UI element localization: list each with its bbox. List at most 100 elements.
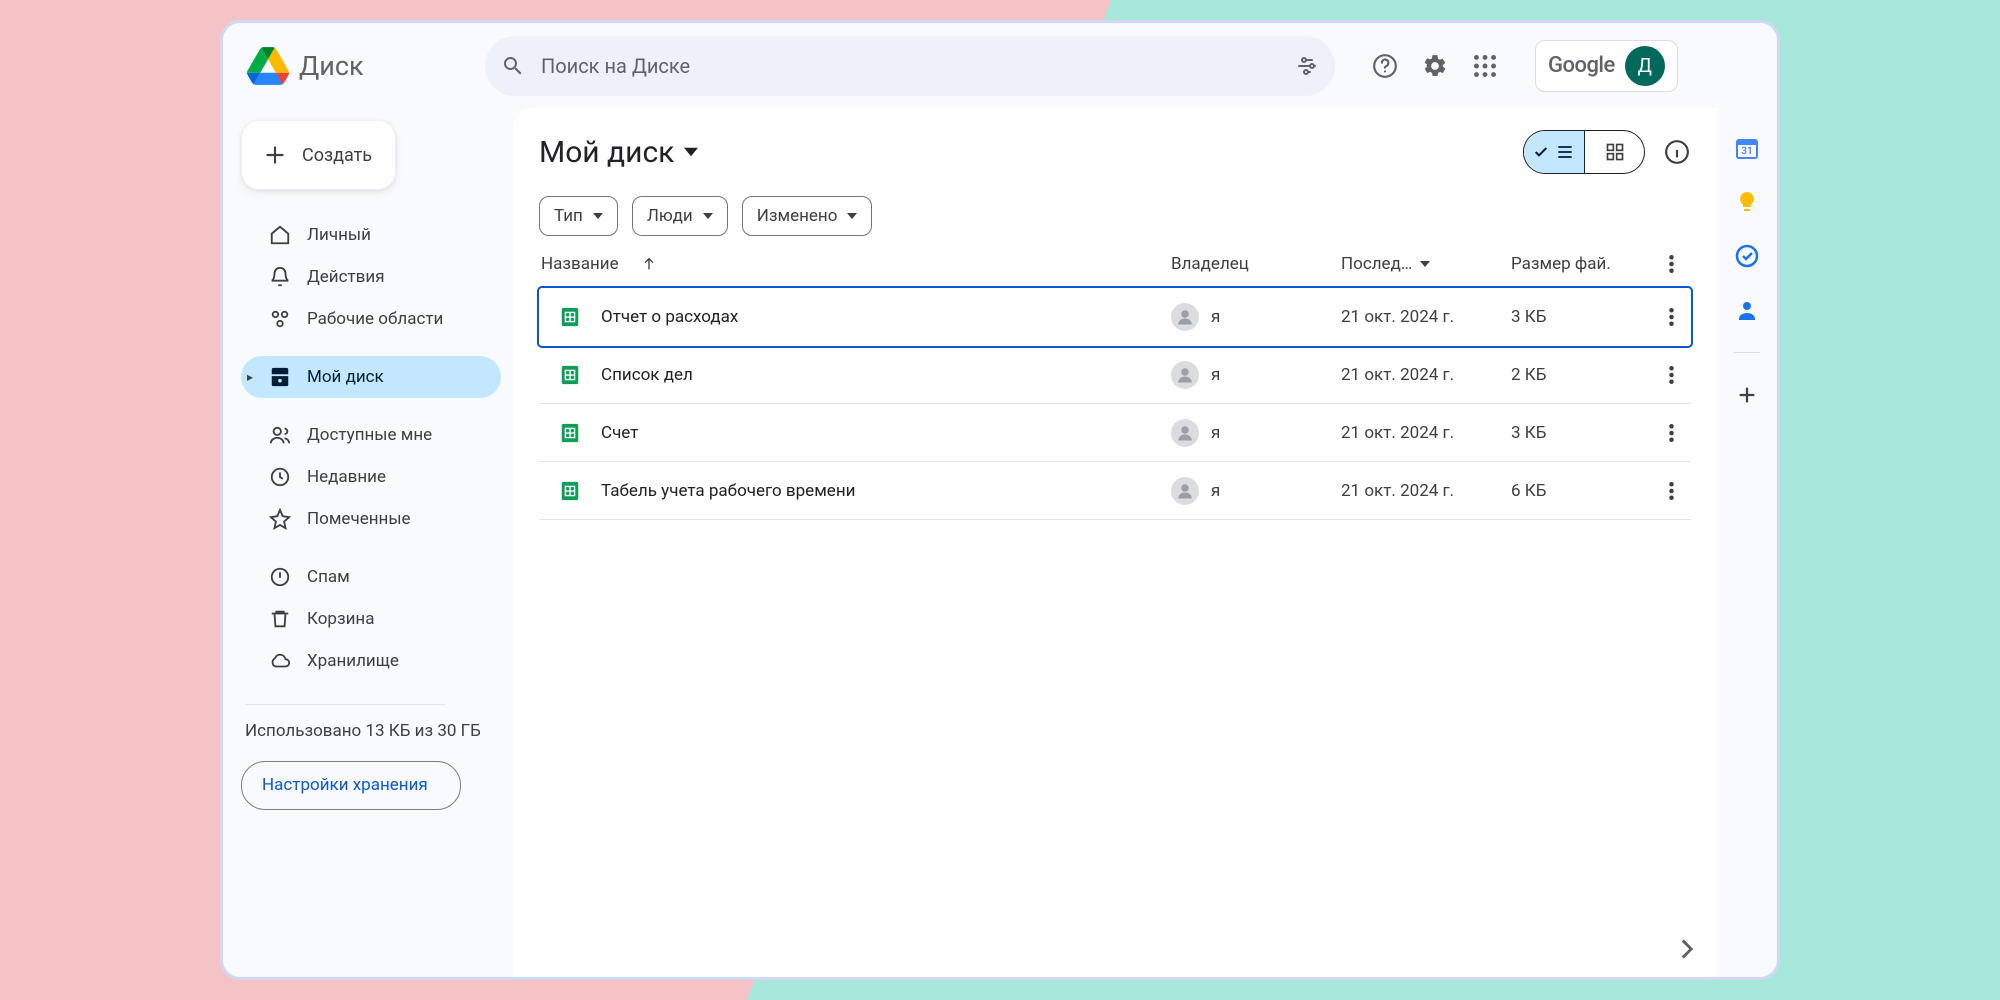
spam-icon xyxy=(269,566,291,588)
caret-down-icon xyxy=(1420,261,1430,267)
search-bar[interactable] xyxy=(485,36,1335,96)
grid-view-button[interactable] xyxy=(1584,131,1644,173)
col-owner-header[interactable]: Владелец xyxy=(1171,254,1341,274)
list-icon xyxy=(1555,142,1575,162)
search-input[interactable] xyxy=(541,54,1279,78)
sort-asc-icon xyxy=(641,256,657,272)
caret-down-icon xyxy=(684,145,698,159)
row-more-button[interactable] xyxy=(1651,424,1691,442)
caret-down-icon xyxy=(847,213,857,219)
info-icon[interactable] xyxy=(1663,138,1691,166)
apps-icon[interactable] xyxy=(1471,52,1499,80)
caret-down-icon xyxy=(593,213,603,219)
settings-icon[interactable] xyxy=(1421,52,1449,80)
sheets-file-icon xyxy=(559,422,581,444)
page-title[interactable]: Мой диск xyxy=(539,135,698,170)
table-row[interactable]: Отчет о расходах я 21 окт. 2024 г.3 КБ xyxy=(539,288,1691,346)
sidebar-item-workspaces[interactable]: Рабочие области xyxy=(241,298,501,340)
table-header: Название Владелец Послед… Размер фай. xyxy=(539,236,1691,288)
sidebar-item-activity[interactable]: Действия xyxy=(241,256,501,298)
modified-date: 21 окт. 2024 г. xyxy=(1341,307,1511,327)
caret-down-icon xyxy=(703,213,713,219)
storage-usage-text: Использовано 13 КБ из 30 ГБ xyxy=(241,719,501,745)
create-button[interactable]: Создать xyxy=(241,120,396,190)
addons-button[interactable] xyxy=(1735,383,1759,407)
sheets-file-icon xyxy=(559,306,581,328)
rail-divider xyxy=(1734,352,1760,353)
modified-date: 21 окт. 2024 г. xyxy=(1341,423,1511,443)
file-size: 2 КБ xyxy=(1511,365,1651,385)
app-name: Диск xyxy=(299,50,364,82)
file-list: Отчет о расходахя21 окт. 2024 г.3 КБСпис… xyxy=(539,288,1691,520)
create-label: Создать xyxy=(302,145,372,166)
row-more-button[interactable] xyxy=(1651,308,1691,326)
col-name-header[interactable]: Название xyxy=(539,254,1171,274)
owner-label: я xyxy=(1211,307,1220,327)
col-size-header[interactable]: Размер фай. xyxy=(1511,254,1651,274)
table-row[interactable]: Счетя21 окт. 2024 г.3 КБ xyxy=(539,404,1691,462)
owner-label: я xyxy=(1211,423,1220,443)
search-icon xyxy=(501,54,525,78)
google-label: Google xyxy=(1548,53,1615,78)
header: Диск Google Д xyxy=(223,23,1777,108)
storage-settings-button[interactable]: Настройки хранения xyxy=(241,761,461,811)
header-actions: Google Д xyxy=(1371,40,1678,92)
row-more-button[interactable] xyxy=(1651,482,1691,500)
sheets-file-icon xyxy=(559,480,581,502)
filter-icon[interactable] xyxy=(1295,54,1319,78)
chip-type[interactable]: Тип xyxy=(539,196,618,236)
divider xyxy=(245,704,445,705)
modified-date: 21 окт. 2024 г. xyxy=(1341,365,1511,385)
table-row[interactable]: Список деля21 окт. 2024 г.2 КБ xyxy=(539,346,1691,404)
sidebar-item-starred[interactable]: Помеченные xyxy=(241,498,501,540)
file-size: 6 КБ xyxy=(1511,481,1651,501)
check-icon xyxy=(1533,144,1549,160)
help-icon[interactable] xyxy=(1371,52,1399,80)
sidebar-item-storage[interactable]: Хранилище xyxy=(241,640,501,682)
chip-people[interactable]: Люди xyxy=(632,196,728,236)
sidebar-item-my-drive[interactable]: ▸ Мой диск xyxy=(241,356,501,398)
owner-avatar-icon xyxy=(1171,361,1199,389)
body: Создать Личный Действия Рабочие области … xyxy=(223,108,1777,977)
col-modified-header[interactable]: Послед… xyxy=(1341,254,1511,274)
file-name: Отчет о расходах xyxy=(601,307,738,327)
tasks-app-icon[interactable] xyxy=(1735,244,1759,268)
app-window: Диск Google Д Создать Личный xyxy=(220,20,1780,980)
main-panel: Мой диск xyxy=(513,108,1717,977)
side-rail: 31 xyxy=(1717,108,1777,977)
table-row[interactable]: Табель учета рабочего времения21 окт. 20… xyxy=(539,462,1691,520)
keep-app-icon[interactable] xyxy=(1735,190,1759,214)
grid-icon xyxy=(1605,142,1625,162)
file-name: Список дел xyxy=(601,365,693,385)
owner-avatar-icon xyxy=(1171,303,1199,331)
modified-date: 21 окт. 2024 г. xyxy=(1341,481,1511,501)
avatar: Д xyxy=(1625,46,1665,86)
home-icon xyxy=(269,224,291,246)
account-chip[interactable]: Google Д xyxy=(1535,40,1678,92)
expand-icon[interactable]: ▸ xyxy=(247,370,253,384)
app-logo[interactable]: Диск xyxy=(247,47,467,85)
sheets-file-icon xyxy=(559,364,581,386)
trash-icon xyxy=(269,608,291,630)
drive-logo-icon xyxy=(247,47,289,85)
calendar-app-icon[interactable]: 31 xyxy=(1735,136,1759,160)
star-icon xyxy=(269,508,291,530)
row-more-button[interactable] xyxy=(1651,366,1691,384)
sidebar-item-trash[interactable]: Корзина xyxy=(241,598,501,640)
owner-avatar-icon xyxy=(1171,477,1199,505)
contacts-app-icon[interactable] xyxy=(1735,298,1759,322)
sidebar-item-shared[interactable]: Доступные мне xyxy=(241,414,501,456)
file-size: 3 КБ xyxy=(1511,307,1651,327)
sidebar-item-home[interactable]: Личный xyxy=(241,214,501,256)
filter-chips: Тип Люди Изменено xyxy=(539,196,1691,236)
chip-modified[interactable]: Изменено xyxy=(742,196,873,236)
workspaces-icon xyxy=(269,308,291,330)
sidebar-item-spam[interactable]: Спам xyxy=(241,556,501,598)
file-name: Счет xyxy=(601,423,638,443)
sidebar-item-recent[interactable]: Недавние xyxy=(241,456,501,498)
clock-icon xyxy=(269,466,291,488)
collapse-sidepanel-button[interactable] xyxy=(1669,931,1705,967)
col-more-header[interactable] xyxy=(1651,255,1691,273)
list-view-button[interactable] xyxy=(1524,131,1584,173)
more-icon xyxy=(1669,255,1674,273)
